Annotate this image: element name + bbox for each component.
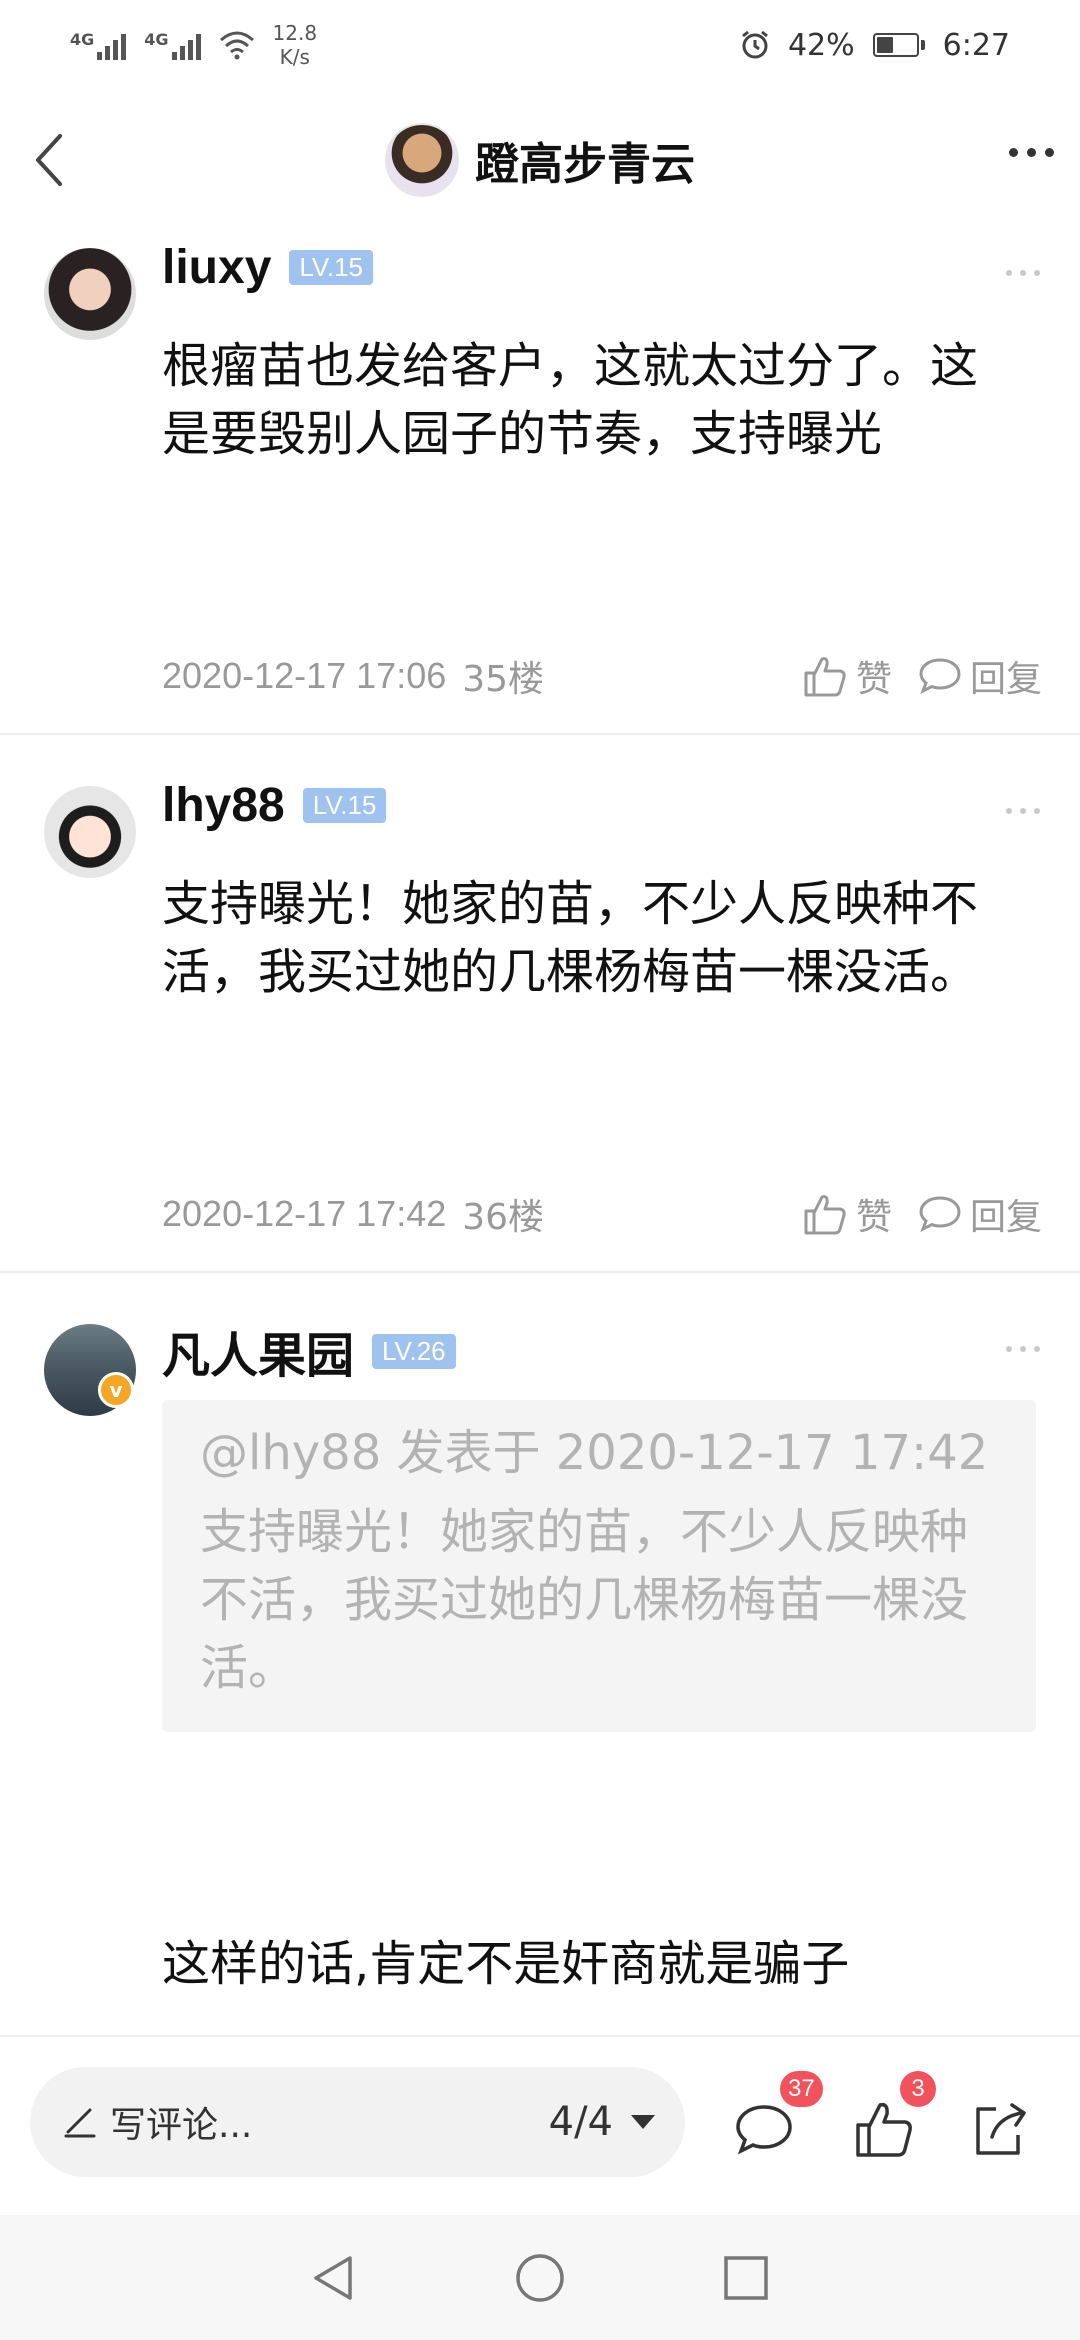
comment-text: 根瘤苗也发给客户，这就太过分了。这是要毁别人园子的节奏，支持曝光 <box>162 338 979 462</box>
level-badge: LV.26 <box>372 1333 456 1369</box>
reply-label: 回复 <box>969 1197 1042 1238</box>
network-speed-value: 12.8 <box>272 21 318 45</box>
level-badge: LV.15 <box>302 788 387 823</box>
thumbs-up-icon[interactable] <box>852 2097 916 2161</box>
floor-number: 35楼 <box>462 659 545 700</box>
speech-bubble-icon <box>919 1196 961 1233</box>
quote-header: @lhy88 发表于 2020-12-17 17:42 <box>200 1425 989 1481</box>
avatar[interactable] <box>44 248 136 340</box>
divider <box>0 733 1080 735</box>
comment-text: 这样的话,肯定不是奸商就是骗子 <box>162 1936 850 1992</box>
system-nav-bar <box>0 2215 1080 2340</box>
page-title: 蹬高步青云 <box>475 139 695 190</box>
pencil-icon <box>64 2108 96 2138</box>
page-indicator: 4/4 <box>548 2099 613 2145</box>
like-button[interactable]: 赞 <box>802 1188 892 1240</box>
dropdown-triangle-icon <box>631 2115 655 2129</box>
status-bar: 4G 4G 12.8 K/s 42% 6:27 <box>0 0 1080 90</box>
reply-button[interactable]: 回复 <box>918 650 1042 702</box>
comment-text: 支持曝光！她家的苗，不少人反映种不活，我买过她的几棵杨梅苗一棵没活。 <box>162 876 979 1000</box>
share-icon[interactable] <box>968 2097 1032 2161</box>
battery-percentage: 42% <box>787 27 855 63</box>
nav-back-icon[interactable] <box>306 2250 362 2306</box>
wifi-icon <box>219 31 254 60</box>
speech-bubble-icon <box>919 658 961 695</box>
comment-time: 2020-12-17 17:42 <box>162 1193 447 1234</box>
like-button[interactable]: 赞 <box>802 650 892 702</box>
comment-input-placeholder: 写评论... <box>110 2105 253 2146</box>
username[interactable]: lhy88 <box>162 778 285 833</box>
comment-count-badge: 37 <box>780 2071 823 2107</box>
username[interactable]: 凡人果园 <box>162 1316 354 1386</box>
username[interactable]: liuxy <box>162 240 271 295</box>
reply-label: 回复 <box>969 659 1042 700</box>
network-speed: 12.8 K/s <box>273 21 318 69</box>
thread-author[interactable]: 蹬高步青云 <box>385 123 695 197</box>
network-speed-unit: K/s <box>279 45 310 69</box>
clock: 6:27 <box>942 27 1010 63</box>
like-count-badge: 3 <box>900 2071 936 2107</box>
comment-more-icon[interactable] <box>1006 808 1040 814</box>
avatar[interactable] <box>44 786 136 878</box>
page-selector[interactable]: 4/4 <box>549 2099 655 2145</box>
floor-number: 36楼 <box>462 1197 545 1238</box>
author-avatar[interactable] <box>385 123 459 197</box>
alarm-icon <box>742 30 768 59</box>
verified-badge: v <box>98 1372 134 1408</box>
signal-icon-2: 4G <box>144 30 201 60</box>
signal-icon: 4G <box>70 30 127 60</box>
bottom-action-bar: 写评论... 4/4 37 3 <box>0 2035 1080 2245</box>
comment-meta: 2020-12-17 17:42 36楼 赞 回复 <box>162 1188 1042 1240</box>
comment-header: liuxy LV.15 <box>162 240 374 295</box>
back-arrow-icon[interactable] <box>24 130 84 190</box>
status-left: 4G 4G 12.8 K/s <box>70 21 317 69</box>
comment-header: 凡人果园 LV.26 <box>162 1316 456 1386</box>
comment-more-icon[interactable] <box>1006 1346 1040 1352</box>
status-right: 42% 6:27 <box>740 28 1010 63</box>
nav-recents-icon[interactable] <box>718 2250 774 2306</box>
comment-time: 2020-12-17 17:06 <box>162 655 447 696</box>
network-type-label: 4G <box>70 30 95 49</box>
thumbs-up-icon <box>804 657 846 697</box>
level-badge: LV.15 <box>289 250 374 285</box>
like-label: 赞 <box>855 659 892 700</box>
battery-icon <box>872 33 925 57</box>
more-options-icon[interactable] <box>1009 148 1054 157</box>
top-nav-bar: 蹬高步青云 <box>0 110 1080 210</box>
comment-header: lhy88 LV.15 <box>162 778 387 833</box>
reply-button[interactable]: 回复 <box>918 1188 1042 1240</box>
comments-icon[interactable] <box>732 2097 796 2161</box>
like-label: 赞 <box>855 1197 892 1238</box>
quote-text: 支持曝光！她家的苗，不少人反映种不活，我买过她的几棵杨梅苗一棵没活。 <box>200 1504 969 1696</box>
nav-home-icon[interactable] <box>512 2250 568 2306</box>
comment-more-icon[interactable] <box>1006 270 1040 276</box>
divider <box>0 1271 1080 1273</box>
comment-meta: 2020-12-17 17:06 35楼 赞 回复 <box>162 650 1042 702</box>
thumbs-up-icon <box>804 1195 846 1235</box>
quoted-comment[interactable]: @lhy88 发表于 2020-12-17 17:42 支持曝光！她家的苗，不少… <box>162 1400 1036 1732</box>
comment-input[interactable]: 写评论... 4/4 <box>30 2067 685 2177</box>
network-type-label-2: 4G <box>144 30 169 49</box>
